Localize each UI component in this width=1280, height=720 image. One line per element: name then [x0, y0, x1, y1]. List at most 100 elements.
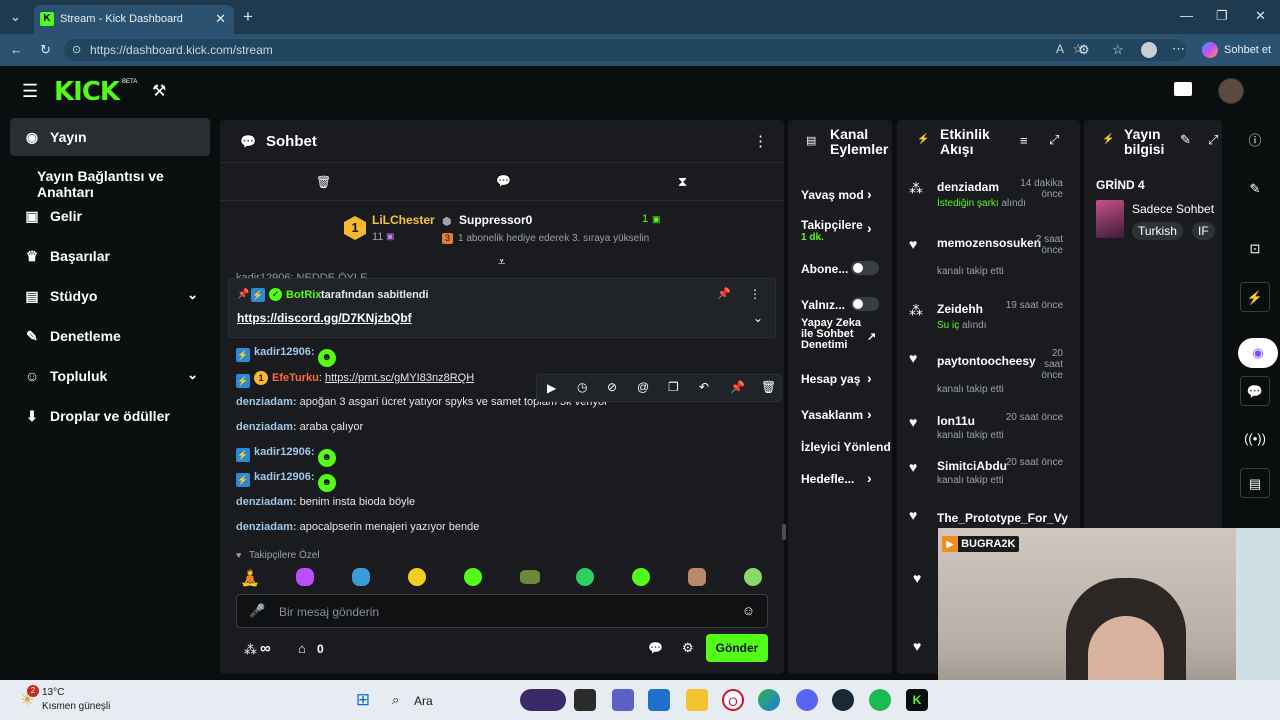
- sidebar-item-stream-key[interactable]: Yayın Bağlantısı ve Anahtarı: [10, 157, 210, 200]
- ai-icon[interactable]: ◉: [1238, 338, 1278, 368]
- kick-app-icon[interactable]: K: [906, 689, 928, 711]
- emote-icon[interactable]: [632, 568, 650, 586]
- opera-icon[interactable]: O: [722, 689, 744, 711]
- maximize-icon[interactable]: ❐: [1216, 9, 1228, 22]
- play-icon[interactable]: ▶: [547, 381, 556, 395]
- profile-avatar[interactable]: [1141, 42, 1157, 58]
- taskbar-search[interactable]: ⌕ Ara: [386, 689, 516, 711]
- emote-icon[interactable]: [296, 568, 314, 586]
- discord-icon[interactable]: [796, 689, 818, 711]
- task-view-icon[interactable]: [574, 689, 596, 711]
- chat-options-icon[interactable]: ⋮: [753, 132, 768, 150]
- hourglass-icon[interactable]: ⧗: [678, 174, 687, 190]
- emotes-only-toggle[interactable]: [851, 297, 879, 311]
- emote-icon[interactable]: [744, 568, 762, 586]
- trash-icon[interactable]: 🗑: [316, 175, 331, 189]
- weather-desc[interactable]: Kısmen güneşli: [42, 701, 110, 712]
- activity-item[interactable]: ⁂ denziadam 14 dakika önce İstediğin şar…: [897, 176, 1067, 220]
- chat-message[interactable]: ⚡ 1 EfeTurku: https://prnt.sc/gMYI83nz8RQH: [236, 371, 474, 388]
- refresh-icon[interactable]: ↻: [40, 43, 51, 56]
- scroll-down-icon[interactable]: ⩡: [498, 254, 505, 270]
- emoji-icon[interactable]: ☺: [742, 603, 755, 618]
- channel-points-icon[interactable]: ⁂: [244, 642, 257, 658]
- action-subscribers[interactable]: Abone...: [801, 261, 901, 276]
- emote-icon[interactable]: [688, 568, 706, 586]
- sidebar-item-yayin[interactable]: ◉ Yayın: [10, 118, 210, 156]
- tag[interactable]: Turkish: [1132, 222, 1183, 240]
- minimize-icon[interactable]: —: [1180, 9, 1193, 22]
- close-window-icon[interactable]: ✕: [1255, 9, 1266, 22]
- message-username[interactable]: EfeTurku: [272, 372, 319, 384]
- favorites-icon[interactable]: ☆: [1112, 43, 1124, 56]
- reply-icon[interactable]: ↶: [699, 380, 709, 394]
- subscribers-toggle[interactable]: [851, 261, 879, 275]
- site-info-icon[interactable]: ⊙: [72, 43, 81, 56]
- ban-icon[interactable]: ⊘: [607, 380, 617, 394]
- chat-scrollbar[interactable]: [782, 524, 786, 540]
- screenshot-icon[interactable]: ⊡: [1240, 234, 1270, 264]
- pinned-options-icon[interactable]: ⋮: [749, 287, 761, 301]
- action-targets[interactable]: Hedefle... ›: [801, 470, 901, 486]
- close-tab-icon[interactable]: ✕: [215, 11, 226, 27]
- settings-icon[interactable]: ⚙: [682, 640, 694, 656]
- chat-mode-icon[interactable]: 💬: [496, 174, 511, 188]
- unpin-icon[interactable]: 📌: [717, 287, 731, 300]
- start-icon[interactable]: ⊞: [352, 689, 374, 711]
- sidebar-item-topluluk[interactable]: ☺ Topluluk ⌄: [10, 357, 210, 395]
- back-icon[interactable]: ←: [10, 43, 23, 56]
- chat-message[interactable]: ⚡ kadir12906: ☻: [236, 471, 336, 492]
- file-explorer-icon[interactable]: [686, 689, 708, 711]
- action-account-age[interactable]: Hesap yaş ›: [801, 370, 901, 386]
- chat-bubble-icon[interactable]: 💬: [648, 641, 663, 655]
- action-followers[interactable]: Takipçilere › 1 dk.: [801, 218, 901, 243]
- popout-icon[interactable]: ⤢: [1208, 132, 1218, 148]
- teams-icon[interactable]: [612, 689, 634, 711]
- activity-username[interactable]: memozensosuken: [937, 236, 1041, 250]
- steam-icon[interactable]: [832, 689, 854, 711]
- sidebar-item-droplar[interactable]: ⬇ Droplar ve ödüller: [10, 397, 210, 435]
- action-ai-moderation[interactable]: Yapay Zeka ile Sohbet Denetimi ↗: [801, 318, 876, 351]
- emote-icon[interactable]: [352, 568, 370, 586]
- message-username[interactable]: kadir12906: [254, 346, 311, 358]
- message-username[interactable]: denziadam: [236, 396, 293, 408]
- menu-icon[interactable]: ☰: [22, 81, 38, 102]
- read-aloud-icon[interactable]: A: [1056, 42, 1064, 56]
- edit-icon[interactable]: ✎: [1240, 174, 1270, 204]
- spotify-icon[interactable]: [869, 689, 891, 711]
- emote-icon[interactable]: [520, 570, 540, 584]
- action-viewer-redirect[interactable]: İzleyici Yönlendi: [801, 440, 891, 454]
- widgets-icon[interactable]: [520, 689, 566, 711]
- store-icon[interactable]: [648, 689, 670, 711]
- sidebar-item-studyo[interactable]: ▤ Stüdyo ⌄: [10, 277, 210, 315]
- chat-message[interactable]: denziadam: apocalpserin menajeri yazıyor…: [236, 521, 479, 533]
- pin-message-icon[interactable]: 📌: [730, 380, 745, 394]
- tag[interactable]: IF: [1192, 222, 1215, 240]
- copy-icon[interactable]: ❐: [668, 380, 679, 394]
- tab-actions-icon[interactable]: ⌄: [10, 10, 21, 23]
- url-field[interactable]: ⊙ https://dashboard.kick.com/stream A ☆: [64, 39, 1186, 61]
- chat-message[interactable]: ⚡ kadir12906: ☻: [236, 346, 336, 367]
- pinned-by-user[interactable]: BotRix: [286, 289, 321, 301]
- copilot-label[interactable]: Sohbet et: [1224, 44, 1271, 56]
- user-avatar[interactable]: [1218, 78, 1244, 104]
- popout-icon[interactable]: ⤢: [1049, 132, 1059, 148]
- activity-item[interactable]: ⁂ Zeidehh 19 saat önce Su iç alındı: [897, 298, 1067, 342]
- timeout-icon[interactable]: ◷: [577, 380, 587, 394]
- sidebar-item-denetleme[interactable]: ✎ Denetleme: [10, 317, 210, 355]
- weather-temp[interactable]: 13°C: [42, 687, 64, 698]
- copilot-icon[interactable]: [1202, 42, 1218, 58]
- message-username[interactable]: denziadam: [236, 421, 293, 433]
- microphone-icon[interactable]: 🎤: [249, 603, 265, 619]
- vod-icon[interactable]: [1174, 82, 1192, 96]
- hammer-icon[interactable]: ⚒: [152, 81, 166, 101]
- category-name[interactable]: Sadece Sohbet: [1132, 202, 1214, 216]
- message-username[interactable]: kadir12906: [254, 471, 311, 483]
- edge-icon[interactable]: [758, 689, 780, 711]
- edit-icon[interactable]: ✎: [1180, 132, 1191, 148]
- mention-icon[interactable]: @: [637, 380, 649, 394]
- shop-icon[interactable]: ⌂: [298, 641, 306, 656]
- emote-icon[interactable]: [408, 568, 426, 586]
- chevron-down-icon[interactable]: ⌄: [187, 287, 198, 303]
- activity-item[interactable]: ♥ SimitciAbdu 20 saat önce kanalı takip …: [897, 455, 1067, 499]
- emote-icon[interactable]: [464, 568, 482, 586]
